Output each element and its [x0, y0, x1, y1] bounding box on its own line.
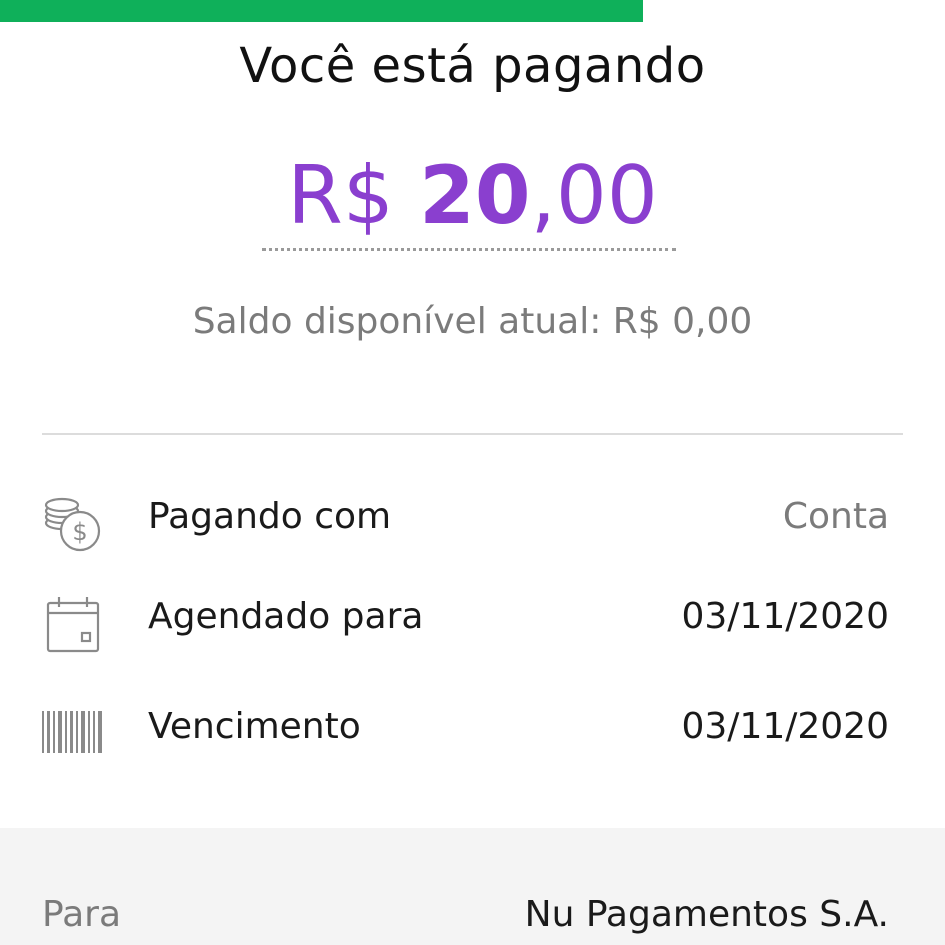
due-date-value: 03/11/2020 [681, 706, 890, 747]
coins-icon: $ [40, 489, 106, 555]
svg-text:$: $ [72, 518, 87, 546]
paying-with-label: Pagando com [148, 496, 392, 537]
amount-editable-underline [262, 248, 676, 251]
detail-row-scheduled-for[interactable]: Agendado para 03/11/2020 [0, 582, 945, 662]
calendar-icon [40, 589, 106, 655]
section-divider [42, 433, 903, 435]
detail-row-due-date: Vencimento 03/11/2020 [0, 692, 945, 772]
payment-amount[interactable]: R$ 20,00 [0, 148, 945, 244]
recipient-section: Para Nu Pagamentos S.A. [0, 828, 945, 945]
recipient-value: Nu Pagamentos S.A. [524, 894, 889, 935]
amount-currency: R$ [287, 149, 394, 242]
amount-decimal: ,00 [530, 149, 658, 242]
progress-bar-fill [0, 0, 643, 22]
due-date-label: Vencimento [148, 706, 361, 747]
detail-row-paying-with[interactable]: $ Pagando com Conta [0, 482, 945, 562]
available-balance: Saldo disponível atual: R$ 0,00 [192, 301, 753, 342]
scheduled-for-label: Agendado para [148, 596, 424, 637]
scheduled-for-value: 03/11/2020 [681, 596, 890, 637]
progress-bar [0, 0, 945, 22]
payment-confirmation-screen: Você está pagando R$ 20,00 Saldo disponí… [0, 0, 945, 945]
barcode-icon [40, 699, 106, 765]
recipient-label: Para [42, 894, 122, 935]
amount-integer: 20 [419, 149, 531, 242]
page-title: Você está pagando [239, 38, 706, 94]
paying-with-value: Conta [782, 496, 889, 537]
